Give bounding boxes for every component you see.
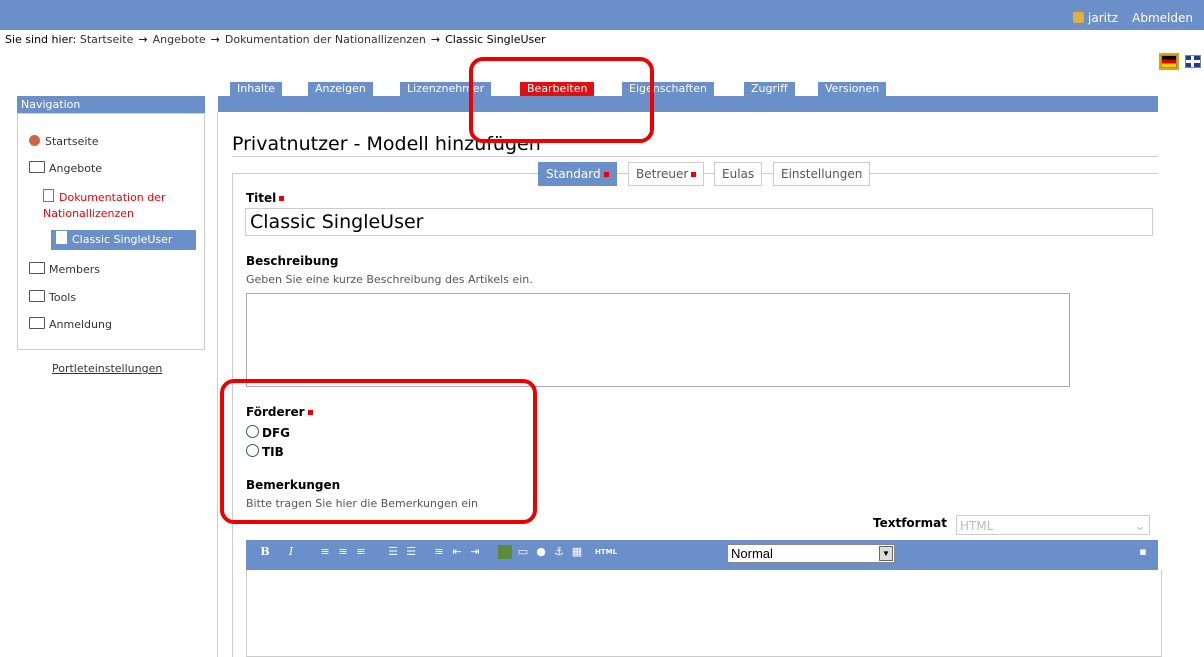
style-value: Normal xyxy=(731,546,773,561)
subtab-label: Standard xyxy=(546,167,601,181)
nav-item-label: Dokumentation der xyxy=(59,191,166,204)
tab-zugriff[interactable]: Zugriff xyxy=(743,81,796,97)
nav-item-label: Anmeldung xyxy=(49,318,112,331)
nav-item-classic-singleuser[interactable]: Classic SingleUser xyxy=(51,230,196,250)
annotation-highlight xyxy=(220,379,537,524)
link-icon[interactable]: ▭ xyxy=(516,545,530,559)
html-icon[interactable]: HTML xyxy=(594,545,618,559)
beschreibung-label: Beschreibung xyxy=(246,254,339,268)
user-icon xyxy=(1073,12,1085,23)
title-divider xyxy=(232,156,1158,157)
globe-icon[interactable]: ● xyxy=(534,545,548,559)
english-flag-icon[interactable] xyxy=(1185,55,1201,68)
nav-item-dokumentation[interactable]: Dokumentation der xyxy=(43,189,166,204)
italic-icon[interactable]: I xyxy=(284,545,298,559)
nav-item-members[interactable]: Members xyxy=(29,262,100,276)
outdent-icon[interactable]: ⇤ xyxy=(450,545,464,559)
table-icon[interactable]: ▦ xyxy=(570,545,584,559)
bold-icon[interactable]: B xyxy=(258,545,272,559)
breadcrumb-dokumentation[interactable]: Dokumentation der Nationallizenzen xyxy=(225,33,426,46)
breadcrumb-prefix: Sie sind hier: xyxy=(5,33,77,46)
logout-link[interactable]: Abmelden xyxy=(1132,11,1193,25)
indent-icon[interactable]: ⇥ xyxy=(468,545,482,559)
align-center-icon[interactable]: ≡ xyxy=(336,545,350,559)
nav-item-tools[interactable]: Tools xyxy=(29,290,76,304)
chevron-down-icon: ⌄ xyxy=(1134,519,1145,533)
chevron-down-icon: ▼ xyxy=(879,546,893,561)
required-marker xyxy=(279,196,285,201)
fullscreen-icon[interactable]: ▪ xyxy=(1136,545,1150,559)
titel-label: Titel xyxy=(246,191,285,205)
nav-item-angebote[interactable]: Angebote xyxy=(29,161,102,175)
breadcrumb-startseite[interactable]: Startseite xyxy=(80,33,134,46)
breadcrumb-arrow: → xyxy=(138,33,148,46)
nav-item-label: Startseite xyxy=(45,135,99,148)
titel-input[interactable] xyxy=(245,208,1153,236)
breadcrumb-current: Classic SingleUser xyxy=(445,33,546,46)
breadcrumb-angebote[interactable]: Angebote xyxy=(153,33,206,46)
beschreibung-help: Geben Sie eine kurze Beschreibung des Ar… xyxy=(246,273,533,286)
subtab-betreuer[interactable]: Betreuer xyxy=(628,162,705,186)
subtab-label: Betreuer xyxy=(636,167,689,181)
required-marker xyxy=(603,172,609,177)
image-icon[interactable] xyxy=(498,545,512,559)
textformat-value: HTML xyxy=(960,519,994,533)
tab-bar xyxy=(218,96,1158,112)
user-name: jaritz xyxy=(1088,11,1118,25)
beschreibung-textarea[interactable] xyxy=(246,293,1070,387)
breadcrumb-arrow: → xyxy=(430,33,441,46)
nav-item-label: Members xyxy=(49,263,100,276)
folder-icon xyxy=(29,317,45,329)
subtab-einstellungen[interactable]: Einstellungen xyxy=(773,162,871,186)
unordered-list-icon[interactable]: ☰ xyxy=(404,545,418,559)
textformat-select[interactable]: HTML ⌄ xyxy=(956,515,1150,535)
document-icon xyxy=(43,189,54,202)
tab-versionen[interactable]: Versionen xyxy=(817,81,888,97)
breadcrumb: Sie sind hier: Startseite → Angebote → Dokum… xyxy=(5,33,546,46)
user-link[interactable]: jaritz xyxy=(1073,11,1118,25)
portlet-settings-link[interactable]: Portleteinstellungen xyxy=(52,362,162,375)
nav-header: Navigation xyxy=(17,96,205,113)
tab-anzeigen[interactable]: Anzeigen xyxy=(307,81,374,97)
tab-inhalte[interactable]: Inhalte xyxy=(229,81,284,97)
breadcrumb-arrow: → xyxy=(210,33,220,46)
annotation-highlight xyxy=(469,57,654,143)
anchor-icon[interactable]: ⚓ xyxy=(552,545,566,559)
align-left-icon[interactable]: ≡ xyxy=(318,545,332,559)
textformat-label: Textformat xyxy=(873,516,947,530)
bemerkungen-editor[interactable] xyxy=(246,570,1162,657)
required-marker xyxy=(691,172,697,177)
titel-label-text: Titel xyxy=(246,191,277,205)
content-divider xyxy=(217,112,218,657)
nav-item-label: Tools xyxy=(49,291,77,304)
definition-list-icon[interactable]: ≡ xyxy=(432,545,446,559)
folder-icon xyxy=(29,290,45,302)
document-icon xyxy=(56,231,67,244)
home-icon xyxy=(29,135,40,146)
folder-icon xyxy=(29,161,45,173)
align-right-icon[interactable]: ≡ xyxy=(354,545,368,559)
nav-item-anmeldung[interactable]: Anmeldung xyxy=(29,317,112,331)
nav-item-label: Classic SingleUser xyxy=(72,233,173,246)
subtab-eulas[interactable]: Eulas xyxy=(714,162,763,186)
subtab-standard[interactable]: Standard xyxy=(538,162,617,186)
paragraph-style-select[interactable]: Normal ▼ xyxy=(727,544,895,563)
ordered-list-icon[interactable]: ☰ xyxy=(386,545,400,559)
nav-item-startseite[interactable]: Startseite xyxy=(29,135,99,148)
top-bar: jaritz Abmelden xyxy=(0,0,1204,30)
folder-icon xyxy=(29,262,45,274)
editor-toolbar xyxy=(246,540,1158,570)
nav-item-label: Angebote xyxy=(49,162,103,175)
nav-item-dokumentation-line2[interactable]: Nationallizenzen xyxy=(43,207,134,220)
german-flag-icon[interactable] xyxy=(1159,53,1179,70)
